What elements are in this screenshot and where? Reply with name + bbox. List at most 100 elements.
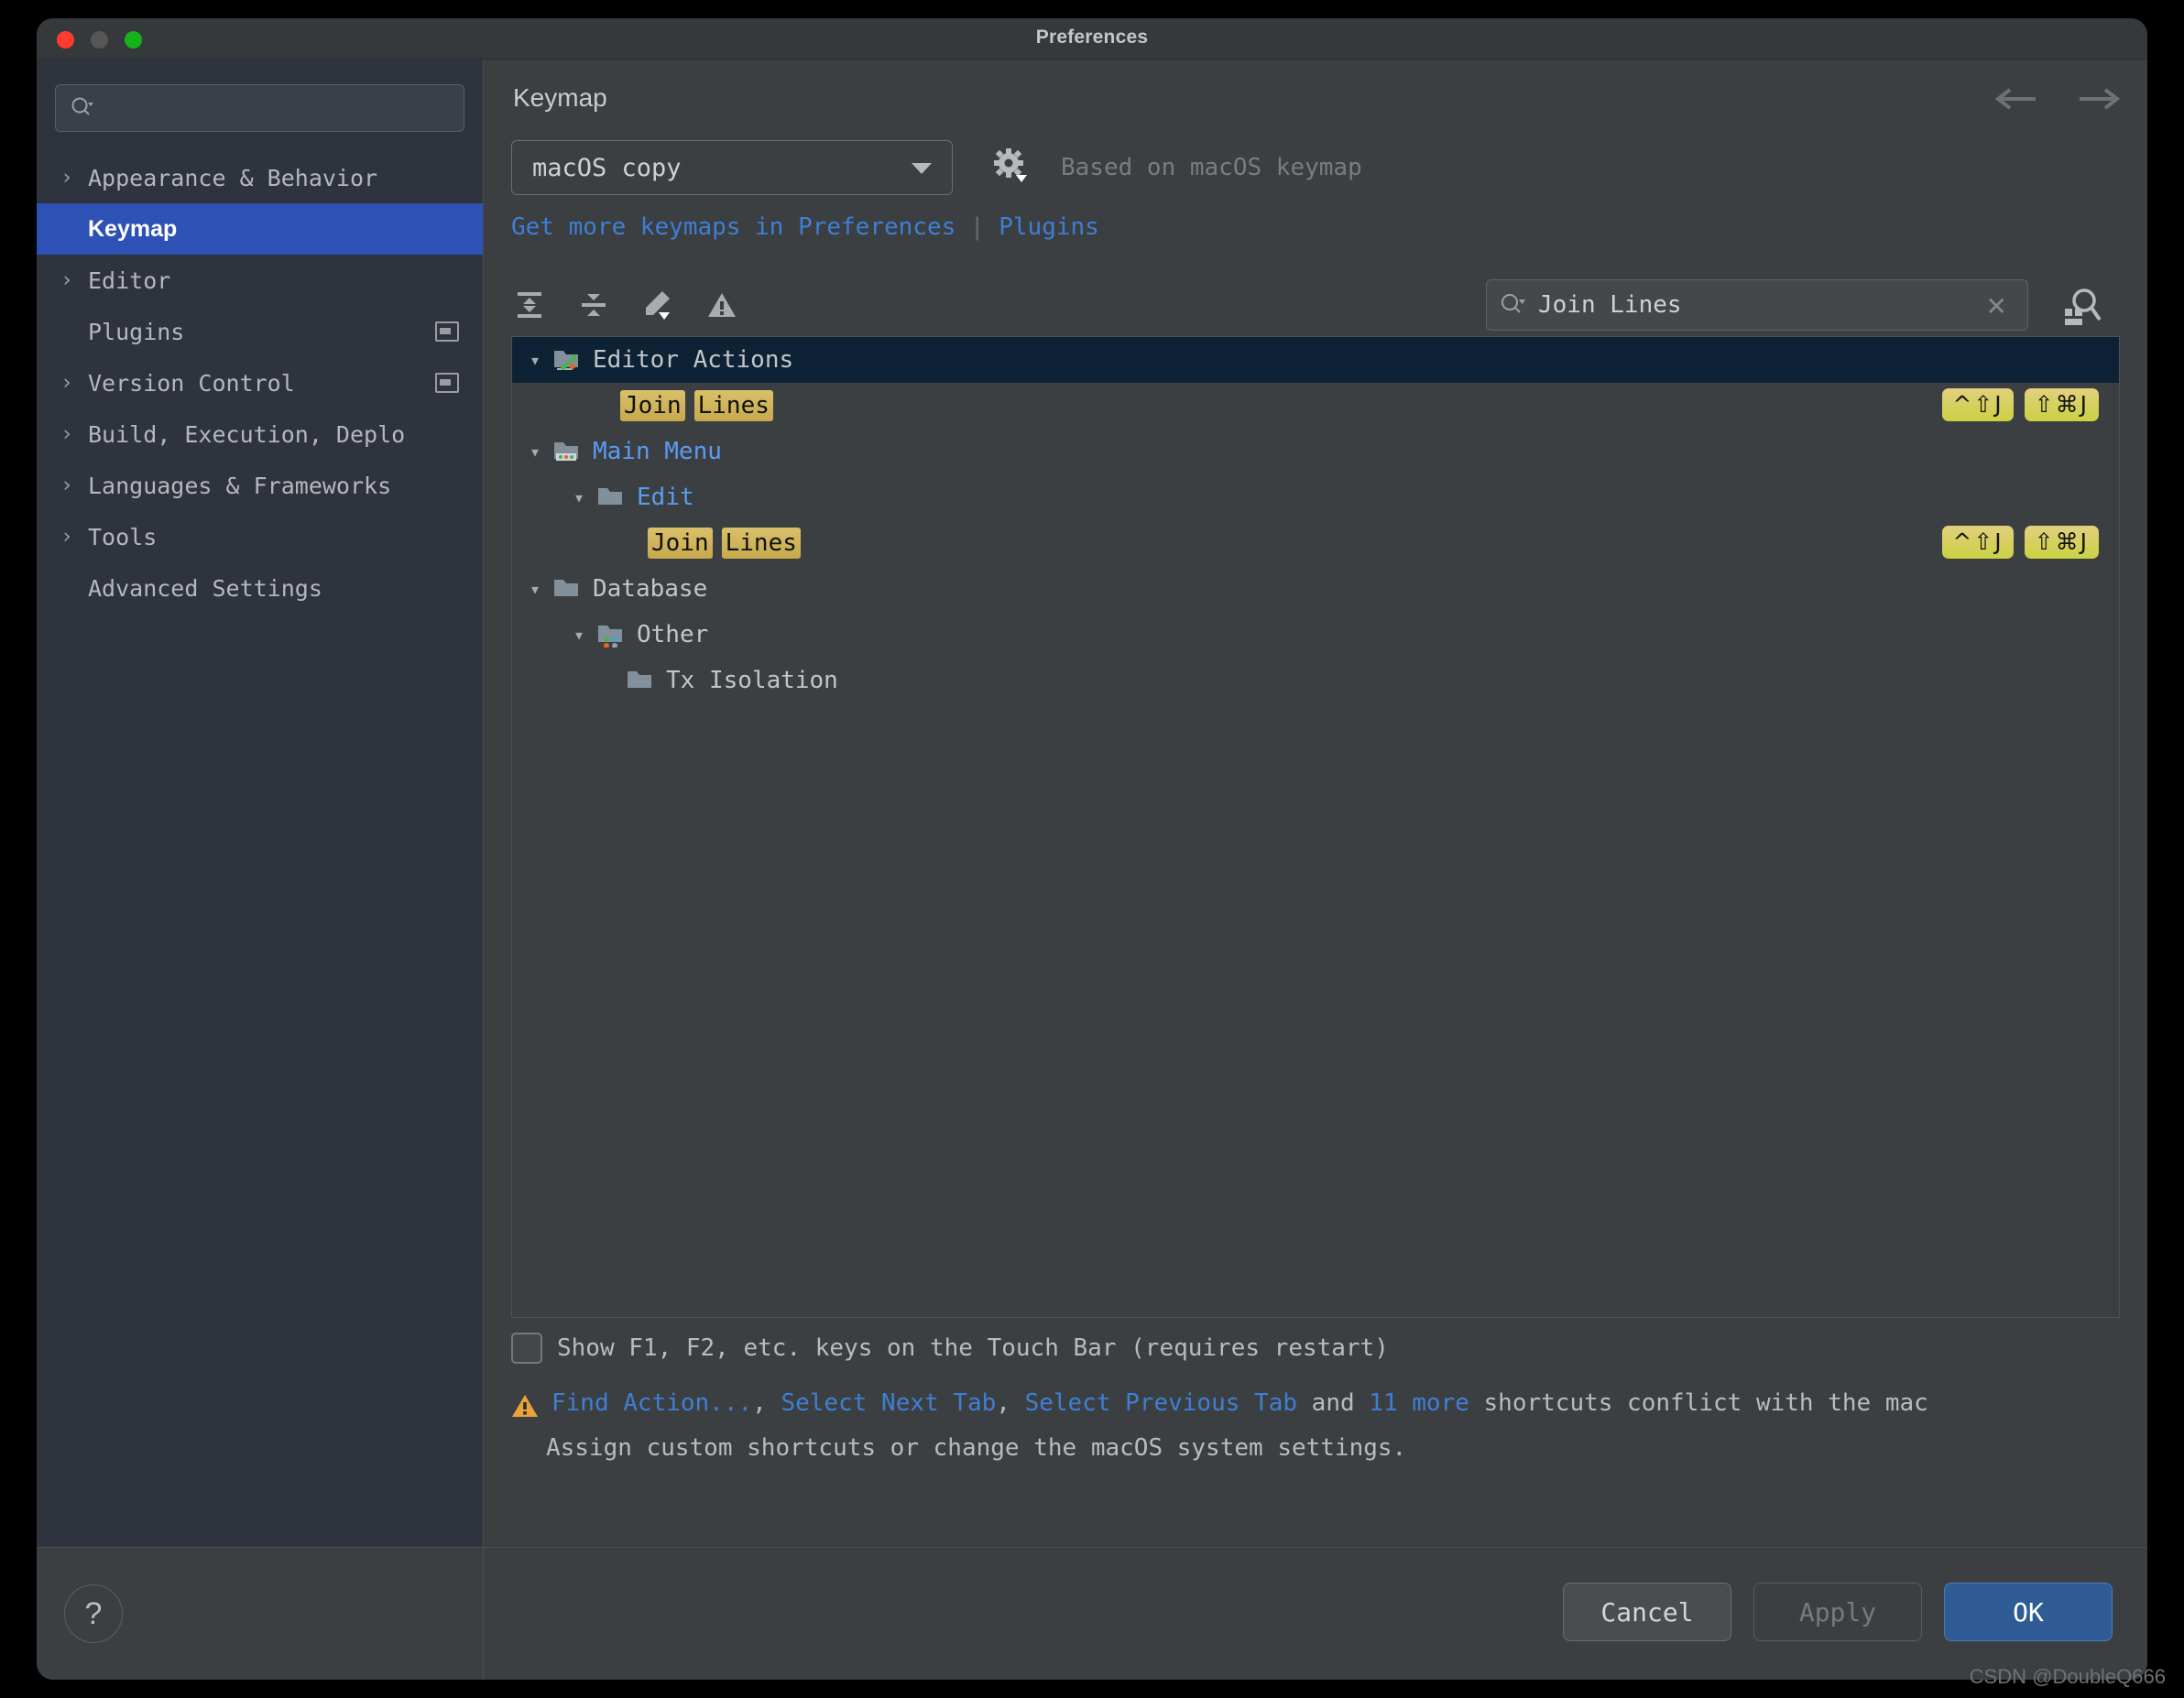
chevron-right-icon: › [60, 371, 73, 395]
keymap-tree[interactable]: ▾ Editor Actions Join Lines ^⇧J ⇧⌘J ▾ Ma… [511, 336, 2120, 1318]
sidebar-item-label: Advanced Settings [88, 574, 322, 602]
tree-row-join-lines-edit[interactable]: Join Lines ^⇧J ⇧⌘J [512, 520, 2119, 566]
back-arrow-icon[interactable] [1993, 87, 2039, 114]
conflict-sep-1: , [752, 1389, 781, 1417]
sidebar-footer: ? [37, 1547, 483, 1680]
sidebar-item-plugins[interactable]: › Plugins [37, 306, 483, 357]
based-on-keymap-label: Based on macOS keymap [1061, 154, 1362, 181]
chevron-down-icon[interactable]: ▾ [567, 486, 591, 508]
touchbar-option-row[interactable]: Show F1, F2, etc. keys on the Touch Bar … [511, 1333, 1389, 1364]
chevron-right-icon: › [60, 525, 73, 549]
shortcut-badges: ^⇧J ⇧⌘J [1942, 526, 2099, 559]
keymap-select-value: macOS copy [532, 153, 682, 182]
apply-button: Apply [1753, 1583, 1922, 1641]
external-window-icon [435, 373, 459, 393]
page-title: Keymap [513, 83, 607, 112]
tree-row-other[interactable]: ▾ Other [512, 612, 2119, 658]
tree-row-label: Tx Isolation [666, 667, 838, 694]
expand-all-icon[interactable] [511, 287, 548, 323]
tree-row-tx-isolation[interactable]: Tx Isolation [512, 658, 2119, 703]
tree-row-label: Main Menu [593, 438, 722, 465]
shortcut-badge[interactable]: ⇧⌘J [2024, 388, 2099, 421]
conflict-line-2: Assign custom shortcuts or change the ma… [546, 1434, 1407, 1462]
toolbar-icon-group [511, 287, 740, 323]
collapse-all-icon[interactable] [575, 287, 612, 323]
conflict-tail: shortcuts conflict with the mac [1469, 1389, 1928, 1417]
conflict-link-select-next-tab[interactable]: Select Next Tab [781, 1389, 996, 1417]
tree-row-label: Database [593, 575, 708, 603]
external-window-icon [435, 321, 459, 342]
match-highlight: Join [620, 390, 685, 421]
tree-row-editor-actions[interactable]: ▾ Editor Actions [512, 337, 2119, 383]
shortcut-badge[interactable]: ^⇧J [1942, 526, 2014, 559]
plugins-link[interactable]: Plugins [999, 213, 1099, 241]
sidebar-item-editor[interactable]: › Editor [37, 255, 483, 306]
shortcut-badge[interactable]: ^⇧J [1942, 388, 2014, 421]
search-icon [1500, 292, 1527, 318]
chevron-down-icon[interactable]: ▾ [523, 441, 547, 463]
find-by-shortcut-icon[interactable] [2059, 283, 2103, 331]
forward-arrow-icon[interactable] [2076, 87, 2122, 114]
keymap-settings-gear-button[interactable] [991, 147, 1030, 189]
show-conflicts-icon[interactable] [704, 287, 740, 323]
settings-search-field[interactable] [55, 84, 464, 132]
keymap-tree-toolbar: Join Lines ✕ [511, 276, 2120, 334]
touchbar-checkbox-label: Show F1, F2, etc. keys on the Touch Bar … [557, 1334, 1389, 1362]
folder-icon [552, 576, 582, 602]
sidebar-item-label: Appearance & Behavior [88, 164, 378, 191]
chevron-down-icon[interactable]: ▾ [523, 349, 547, 371]
tree-row-label: Editor Actions [593, 346, 794, 374]
conflict-line-1: Find Action..., Select Next Tab, Select … [511, 1389, 2147, 1425]
clear-search-icon[interactable]: ✕ [1986, 291, 2007, 321]
chevron-down-icon[interactable]: ▾ [567, 624, 591, 646]
tree-row-join-lines-editor[interactable]: Join Lines ^⇧J ⇧⌘J [512, 383, 2119, 429]
sidebar-item-tools[interactable]: › Tools [37, 511, 483, 562]
folder-icon [626, 668, 655, 693]
shortcut-search-value: Join Lines [1538, 291, 1682, 319]
title-bar: Preferences [37, 18, 2147, 60]
chevron-right-icon: › [60, 422, 73, 446]
chevron-down-icon [912, 163, 932, 174]
sidebar-item-build-execution-deployment[interactable]: › Build, Execution, Deplo [37, 408, 483, 460]
preferences-window: Preferences › Appearance & Behavior Keym… [37, 18, 2147, 1680]
match-highlight: Lines [721, 528, 801, 559]
conflict-link-select-previous-tab[interactable]: Select Previous Tab [1025, 1389, 1297, 1417]
link-separator: | [969, 213, 985, 241]
conflict-and: and [1297, 1389, 1370, 1417]
tree-row-database[interactable]: ▾ Database [512, 566, 2119, 612]
dialog-buttons: Cancel Apply OK [1563, 1583, 2113, 1641]
folder-icon [596, 484, 626, 510]
shortcut-badges: ^⇧J ⇧⌘J [1942, 388, 2099, 421]
tree-row-main-menu[interactable]: ▾ Main Menu [512, 429, 2119, 474]
shortcut-search-field[interactable]: Join Lines ✕ [1486, 279, 2028, 331]
tree-row-edit[interactable]: ▾ Edit [512, 474, 2119, 520]
chevron-right-icon: › [60, 268, 73, 292]
get-more-keymaps-link[interactable]: Get more keymaps in Preferences | Plugin… [511, 213, 1099, 241]
search-icon [71, 96, 94, 120]
sidebar-item-appearance-behavior[interactable]: › Appearance & Behavior [37, 152, 483, 203]
chevron-down-icon[interactable]: ▾ [523, 578, 547, 600]
warning-triangle-icon [511, 1393, 539, 1425]
conflict-link-more[interactable]: 11 more [1369, 1389, 1469, 1417]
touchbar-checkbox[interactable] [511, 1333, 542, 1364]
ok-button[interactable]: OK [1944, 1583, 2113, 1641]
window-body: › Appearance & Behavior › Keymap › Edito… [37, 60, 2147, 1680]
cancel-button[interactable]: Cancel [1563, 1583, 1731, 1641]
tree-row-label: Edit [637, 484, 694, 511]
get-more-keymaps-text: Get more keymaps in Preferences [511, 213, 956, 241]
sidebar-item-version-control[interactable]: › Version Control [37, 357, 483, 408]
other-folder-icon [596, 622, 626, 648]
help-button[interactable]: ? [64, 1584, 123, 1643]
sidebar-item-keymap[interactable]: › Keymap [37, 203, 483, 255]
sidebar-item-label: Tools [88, 523, 158, 550]
shortcut-conflict-warning: Find Action..., Select Next Tab, Select … [511, 1389, 2147, 1462]
keymap-select[interactable]: macOS copy [511, 140, 953, 195]
shortcut-badge[interactable]: ⇧⌘J [2024, 526, 2099, 559]
chevron-right-icon: › [60, 166, 73, 190]
sidebar-item-languages-frameworks[interactable]: › Languages & Frameworks [37, 460, 483, 511]
sidebar-item-advanced-settings[interactable]: › Advanced Settings [37, 562, 483, 614]
window-title: Preferences [1035, 27, 1149, 48]
edit-shortcut-icon[interactable] [639, 287, 676, 323]
tree-row-label: Other [637, 621, 709, 648]
conflict-link-find-action[interactable]: Find Action... [551, 1389, 752, 1417]
